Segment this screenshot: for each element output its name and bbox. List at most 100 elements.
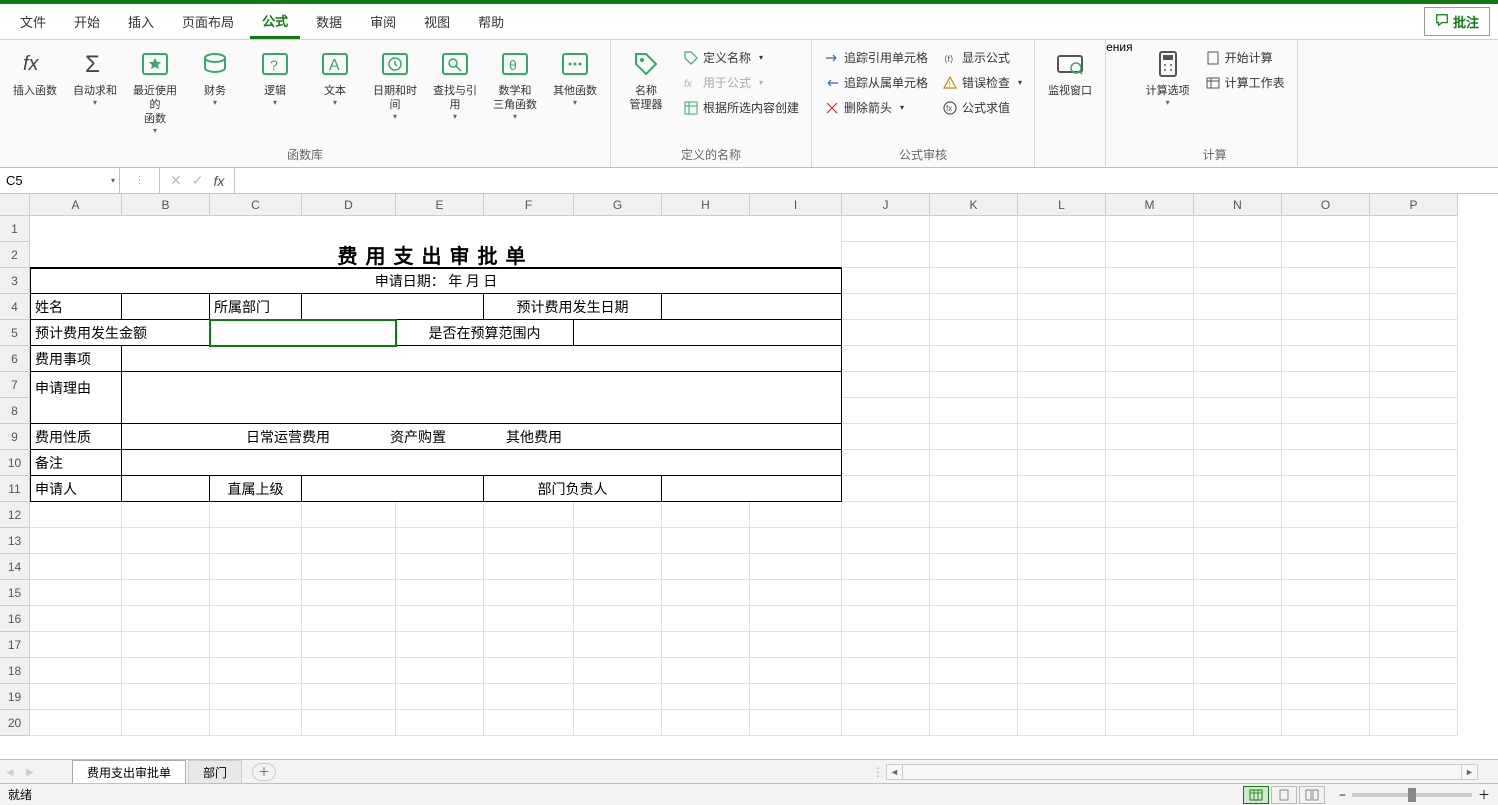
cell[interactable]: 部门负责人	[484, 476, 662, 502]
cell[interactable]	[1106, 216, 1194, 242]
cell[interactable]	[1370, 606, 1458, 632]
column-header[interactable]: B	[122, 194, 210, 216]
cell[interactable]	[1370, 580, 1458, 606]
cell[interactable]	[210, 710, 302, 736]
text-button[interactable]: A 文本 ▾	[306, 44, 364, 111]
cell[interactable]	[1282, 632, 1370, 658]
math-trig-button[interactable]: θ 数学和 三角函数 ▾	[486, 44, 544, 125]
define-name-button[interactable]: 定义名称 ▾	[677, 46, 805, 69]
cell[interactable]	[842, 684, 930, 710]
cell[interactable]	[1282, 320, 1370, 346]
cell[interactable]	[930, 450, 1018, 476]
cell[interactable]	[930, 372, 1018, 398]
cell[interactable]	[1282, 528, 1370, 554]
cell[interactable]	[1194, 216, 1282, 242]
cell[interactable]	[1018, 580, 1106, 606]
cell[interactable]	[1106, 320, 1194, 346]
cell[interactable]	[1194, 580, 1282, 606]
cell[interactable]	[930, 528, 1018, 554]
cell[interactable]	[930, 632, 1018, 658]
cell[interactable]	[930, 268, 1018, 294]
cell[interactable]	[1018, 216, 1106, 242]
cell[interactable]	[1106, 476, 1194, 502]
row-header[interactable]: 13	[0, 528, 30, 554]
cell[interactable]	[30, 632, 122, 658]
cell[interactable]	[662, 658, 750, 684]
column-header[interactable]: O	[1282, 194, 1370, 216]
use-in-formula-button[interactable]: fx 用于公式 ▾	[677, 71, 805, 94]
cell[interactable]	[302, 658, 396, 684]
row-header[interactable]: 1	[0, 216, 30, 242]
cell[interactable]	[1370, 398, 1458, 424]
column-header[interactable]: M	[1106, 194, 1194, 216]
cell[interactable]	[750, 528, 842, 554]
cell[interactable]	[396, 710, 484, 736]
cell[interactable]	[842, 398, 930, 424]
cell[interactable]	[1018, 424, 1106, 450]
cell[interactable]	[842, 294, 930, 320]
cell[interactable]	[30, 658, 122, 684]
cell[interactable]	[1018, 554, 1106, 580]
cell[interactable]	[302, 710, 396, 736]
financial-button[interactable]: 财务 ▾	[186, 44, 244, 111]
cell[interactable]	[1282, 606, 1370, 632]
cell[interactable]	[396, 554, 484, 580]
cell[interactable]	[1106, 502, 1194, 528]
cell[interactable]	[122, 346, 842, 372]
column-header[interactable]: L	[1018, 194, 1106, 216]
cell[interactable]	[1018, 528, 1106, 554]
logical-button[interactable]: ? 逻辑 ▾	[246, 44, 304, 111]
cell[interactable]	[30, 554, 122, 580]
cell[interactable]	[396, 502, 484, 528]
zoom-thumb[interactable]	[1408, 788, 1416, 802]
row-header[interactable]: 9	[0, 424, 30, 450]
cell[interactable]	[1018, 502, 1106, 528]
cell[interactable]	[1018, 242, 1106, 268]
cell[interactable]	[1370, 554, 1458, 580]
cell[interactable]	[1194, 528, 1282, 554]
cell[interactable]	[30, 710, 122, 736]
cell[interactable]: 所属部门	[210, 294, 302, 320]
cell[interactable]	[1194, 242, 1282, 268]
cell[interactable]	[842, 658, 930, 684]
cell[interactable]	[484, 528, 574, 554]
cell[interactable]	[1370, 658, 1458, 684]
cell[interactable]	[302, 294, 484, 320]
date-time-button[interactable]: 日期和时间 ▾	[366, 44, 424, 125]
sheet-nav-prev[interactable]: ◄	[0, 765, 20, 779]
cell[interactable]	[842, 450, 930, 476]
formula-bar-expand[interactable]: ⋮	[120, 168, 160, 193]
column-header[interactable]: A	[30, 194, 122, 216]
scroll-left-icon[interactable]: ◄	[887, 765, 903, 779]
sheet-nav-next[interactable]: ►	[20, 765, 40, 779]
cell[interactable]	[930, 476, 1018, 502]
select-all-corner[interactable]	[0, 194, 30, 216]
view-page-break-button[interactable]	[1299, 786, 1325, 804]
column-header[interactable]: I	[750, 194, 842, 216]
insert-function-button[interactable]: fx 插入函数	[6, 44, 64, 102]
row-header[interactable]: 6	[0, 346, 30, 372]
cell[interactable]	[1282, 424, 1370, 450]
calculate-sheet-button[interactable]: 计算工作表	[1199, 71, 1291, 94]
cell[interactable]	[1018, 398, 1106, 424]
cell[interactable]	[662, 294, 842, 320]
cell[interactable]	[750, 632, 842, 658]
cell[interactable]	[1370, 268, 1458, 294]
cell[interactable]	[1370, 346, 1458, 372]
cell[interactable]	[574, 580, 662, 606]
row-header[interactable]: 11	[0, 476, 30, 502]
cell[interactable]	[574, 320, 842, 346]
cell[interactable]	[30, 502, 122, 528]
cell[interactable]	[1370, 242, 1458, 268]
cell[interactable]	[1106, 398, 1194, 424]
cell[interactable]	[750, 502, 842, 528]
cell[interactable]	[842, 242, 930, 268]
row-header[interactable]: 5	[0, 320, 30, 346]
column-header[interactable]: K	[930, 194, 1018, 216]
name-box[interactable]: C5 ▾	[0, 168, 120, 193]
cell[interactable]	[842, 346, 930, 372]
cell[interactable]	[842, 632, 930, 658]
menu-page-layout[interactable]: 页面布局	[170, 6, 246, 37]
cell[interactable]	[1106, 242, 1194, 268]
cell[interactable]	[1106, 450, 1194, 476]
